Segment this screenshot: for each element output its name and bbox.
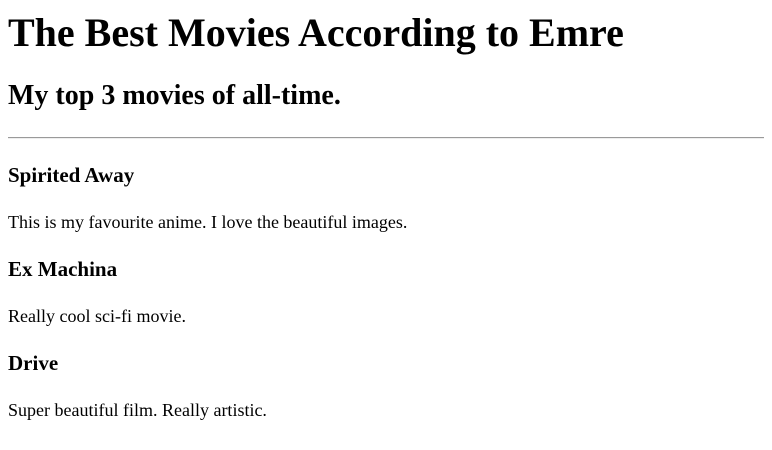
movie-item-ex-machina: Ex Machina Really cool sci-fi movie. [8, 257, 764, 327]
movie-description: This is my favourite anime. I love the b… [8, 212, 408, 232]
movie-description: Super beautiful film. Really artistic. [8, 400, 267, 420]
movie-title: Drive [8, 351, 59, 375]
movie-list: Spirited Away This is my favourite anime… [8, 163, 764, 421]
page-title: The Best Movies According to Emre [8, 10, 624, 55]
movie-item-drive: Drive Super beautiful film. Really artis… [8, 351, 764, 421]
movie-description: Really cool sci-fi movie. [8, 306, 186, 326]
movie-title: Spirited Away [8, 163, 135, 187]
movie-title: Ex Machina [8, 257, 118, 281]
page-subtitle: My top 3 movies of all-time. [8, 80, 341, 111]
divider [8, 137, 764, 139]
page-content: The Best Movies According to Emre My top… [0, 10, 772, 421]
movie-item-spirited-away: Spirited Away This is my favourite anime… [8, 163, 764, 233]
